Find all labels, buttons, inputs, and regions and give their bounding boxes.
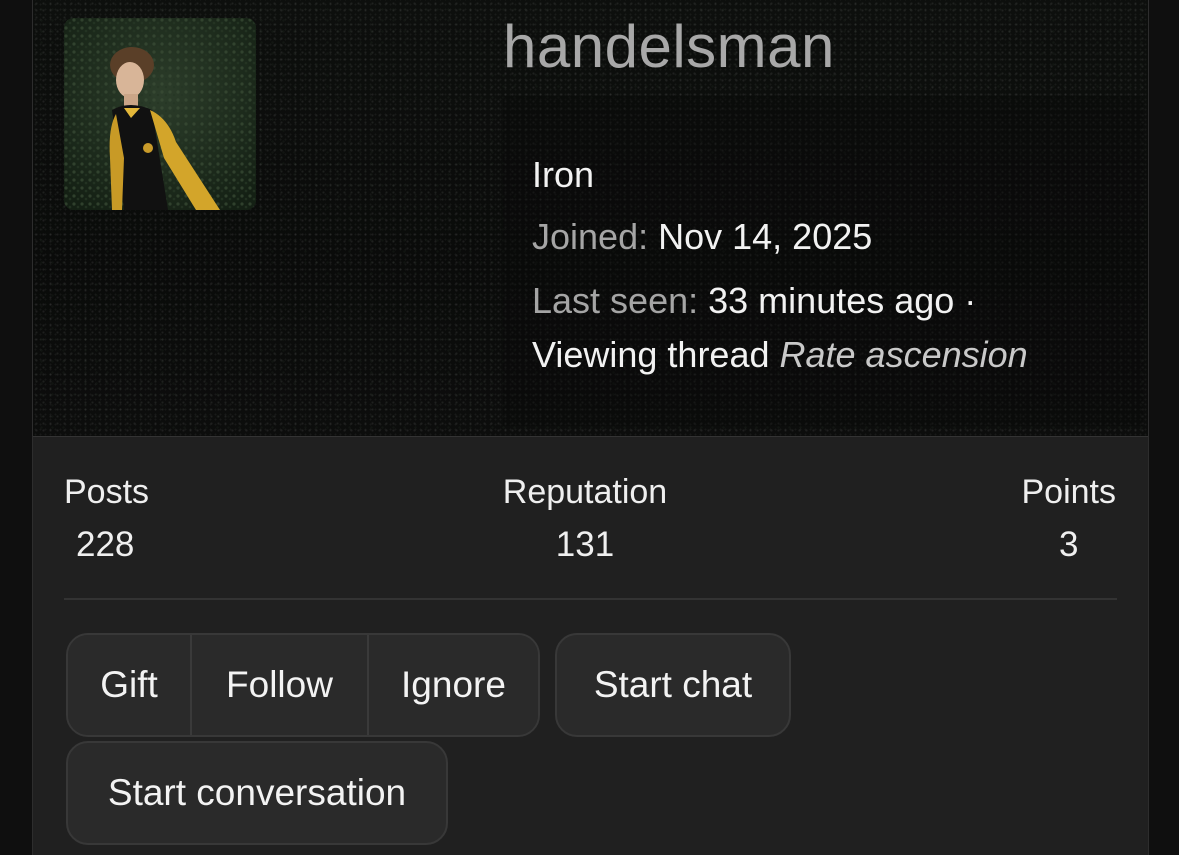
reputation-value: 131 xyxy=(555,525,615,564)
member-profile-card: handelsman Iron Joined: Nov 14, 2025 Las… xyxy=(32,0,1149,855)
posts-value: 228 xyxy=(76,525,135,564)
user-avatar-photo-icon xyxy=(64,18,256,210)
user-rank: Iron xyxy=(532,154,595,195)
ignore-button[interactable]: Ignore xyxy=(367,635,538,735)
stat-points: Points 3 xyxy=(1022,472,1117,568)
last-seen-value: 33 minutes ago · xyxy=(708,280,977,321)
member-info: Iron Joined: Nov 14, 2025 Last seen: 33 … xyxy=(532,148,1132,382)
profile-page: handelsman Iron Joined: Nov 14, 2025 Las… xyxy=(0,0,1179,855)
points-value: 3 xyxy=(1059,525,1079,564)
start-chat-button[interactable]: Start chat xyxy=(555,633,791,737)
username: handelsman xyxy=(503,13,835,80)
stats-divider xyxy=(64,598,1117,600)
start-conversation-button[interactable]: Start conversation xyxy=(66,741,448,845)
reputation-label: Reputation xyxy=(502,473,668,511)
member-stats: Posts 228 Reputation 131 Points 3 xyxy=(33,436,1148,598)
joined-date: Nov 14, 2025 xyxy=(658,216,873,257)
member-action-group: Gift Follow Ignore xyxy=(66,633,540,737)
stat-reputation: Reputation 131 xyxy=(497,472,673,568)
follow-button[interactable]: Follow xyxy=(190,635,367,735)
points-label: Points xyxy=(1021,473,1117,511)
joined-label: Joined: xyxy=(532,216,649,257)
stat-posts[interactable]: Posts 228 xyxy=(64,472,149,568)
gift-button[interactable]: Gift xyxy=(68,635,190,735)
last-seen-row: Last seen: 33 minutes ago · xyxy=(532,274,1132,328)
last-seen-label: Last seen: xyxy=(532,280,699,321)
profile-banner: handelsman Iron Joined: Nov 14, 2025 Las… xyxy=(33,0,1148,437)
posts-label: Posts xyxy=(64,473,150,511)
activity-prefix: Viewing thread xyxy=(532,334,770,375)
joined-row: Joined: Nov 14, 2025 xyxy=(532,210,1132,274)
avatar[interactable] xyxy=(64,18,256,210)
activity-row: Viewing thread Rate ascension xyxy=(532,328,1132,382)
activity-thread-link[interactable]: Rate ascension xyxy=(780,334,1028,375)
